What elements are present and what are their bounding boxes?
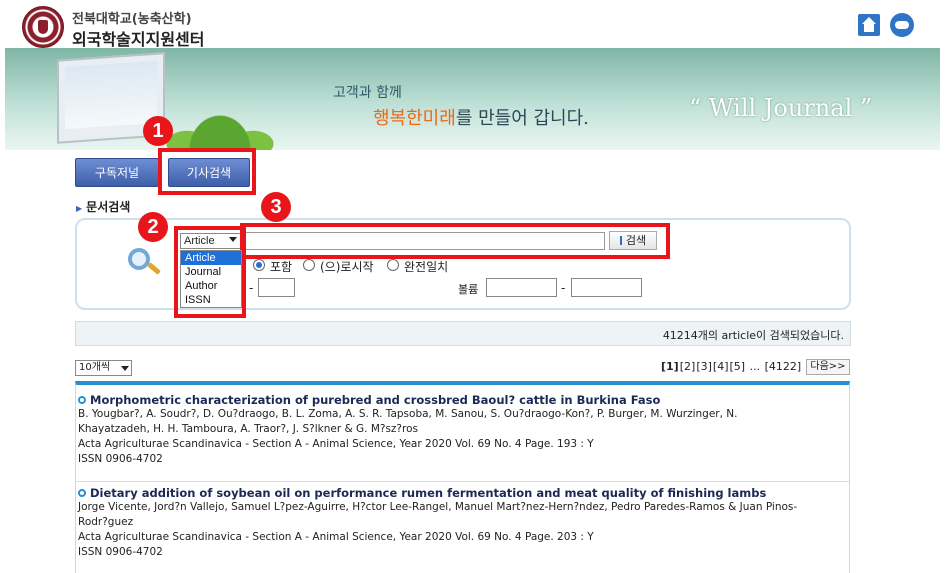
radio-include[interactable] [253, 259, 265, 271]
bullet-icon [78, 396, 86, 404]
page-ellipsis: ... [749, 360, 761, 373]
page-link-5[interactable]: [5] [730, 360, 746, 373]
record-issn: ISSN 0906-4702 [78, 453, 163, 465]
university-seal-logo[interactable] [22, 6, 64, 48]
step-badge-3: 3 [261, 192, 291, 222]
record-authors: Jorge Vicente, Jord?n Vallejo, Samuel L?… [78, 501, 798, 513]
year-end-input[interactable] [258, 278, 295, 297]
result-count: 41214개의 article이 검색되었습니다. [662, 329, 844, 342]
triangle-icon: ▶ [76, 204, 83, 213]
banner-tagline-1: 고객과 함께 [333, 85, 402, 101]
record-authors-cont: Khayatzadeh, H. H. Tamboura, A. Traor?, … [78, 423, 418, 435]
highlight-box-2 [174, 226, 246, 318]
magnifier-icon [128, 248, 150, 270]
section-title: ▶ 문서검색 [76, 198, 130, 215]
banner-highlight: 행복한미래 [373, 108, 456, 129]
record-source: Acta Agriculturae Scandinavica - Section… [78, 438, 594, 450]
record-authors-cont: Rodr?guez [78, 516, 134, 528]
volume-start-input[interactable] [486, 278, 557, 297]
list-item: Dietary addition of soybean oil on perfo… [76, 481, 849, 560]
leaves-illustration [165, 88, 275, 150]
step-badge-2: 2 [138, 212, 168, 242]
page-link-2[interactable]: [2] [680, 360, 696, 373]
radio-include-label: 포함 [270, 260, 293, 274]
step-badge-1: 1 [143, 116, 173, 146]
home-icon[interactable] [858, 14, 880, 36]
record-title[interactable]: Dietary addition of soybean oil on perfo… [78, 486, 847, 500]
highlight-box-3 [240, 223, 670, 259]
volume-label: 볼륨 [458, 283, 479, 296]
radio-starts-with[interactable] [303, 259, 315, 271]
record-title-text[interactable]: Morphometric characterization of purebre… [90, 393, 660, 407]
chevron-down-icon [121, 366, 129, 371]
page-link-last[interactable]: [4122] [765, 360, 802, 373]
record-source: Acta Agriculturae Scandinavica - Section… [78, 531, 594, 543]
highlight-box-1 [158, 148, 256, 195]
record-issn: ISSN 0906-4702 [78, 546, 163, 558]
bullet-icon [78, 489, 86, 497]
tab-subscribed-journals[interactable]: 구독저널 [75, 158, 159, 187]
chat-icon[interactable] [890, 13, 914, 37]
center-name[interactable]: 외국학술지지원센터 [72, 26, 204, 50]
radio-exact-match-label: 완전일치 [404, 260, 449, 274]
results-list: Morphometric characterization of purebre… [75, 381, 850, 573]
banner-quote: “ Will Journal ” [689, 94, 873, 122]
range-dash: - [249, 281, 254, 295]
page-link-1[interactable]: [1] [661, 360, 679, 373]
list-item: Morphometric characterization of purebre… [76, 389, 849, 467]
university-name: 전북대학교(농축산학) [72, 12, 192, 27]
volume-end-input[interactable] [571, 278, 642, 297]
record-title[interactable]: Morphometric characterization of purebre… [78, 393, 847, 407]
result-summary-bar: 41214개의 article이 검색되었습니다. [75, 321, 851, 346]
record-title-text[interactable]: Dietary addition of soybean oil on perfo… [90, 486, 766, 500]
page-link-4[interactable]: [4] [713, 360, 729, 373]
radio-exact-match[interactable] [387, 259, 399, 271]
page-link-3[interactable]: [3] [696, 360, 712, 373]
record-authors: B. Yougbar?, A. Soudr?, D. Ou?draogo, B.… [78, 408, 738, 420]
site-header: 전북대학교(농축산학) 외국학술지지원센터 [0, 0, 945, 50]
pagination: [1][2][3][4][5] ... [4122] [661, 360, 802, 373]
range-dash: - [561, 281, 566, 295]
radio-starts-with-label: (으)로시작 [320, 260, 374, 274]
banner-tagline-2: 행복한미래를 만들어 갑니다. [373, 104, 589, 130]
section-title-text: 문서검색 [86, 200, 131, 214]
next-page-button[interactable]: 다음>> [806, 359, 850, 375]
banner-tagline-rest: 를 만들어 갑니다. [455, 108, 589, 129]
